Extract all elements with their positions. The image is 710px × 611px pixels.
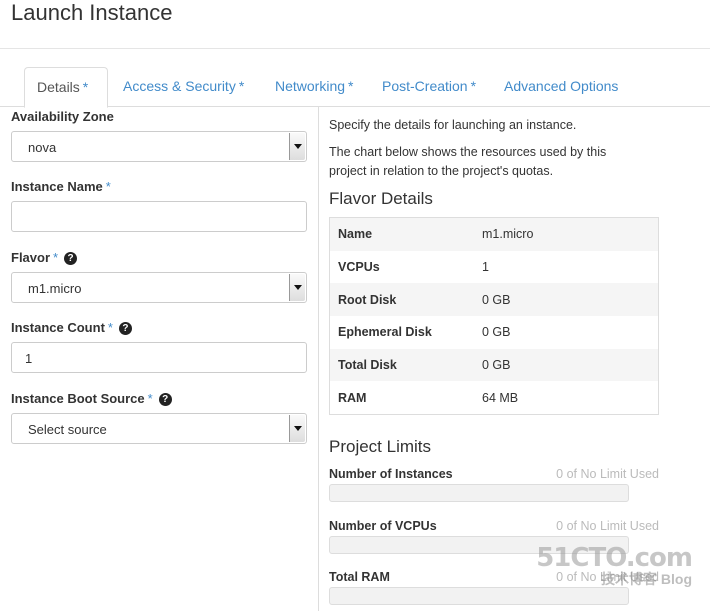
chart-note-text: The chart below shows the resources used…	[329, 145, 607, 178]
availability-zone-label: Availability Zone	[11, 109, 114, 124]
tab-details-label: Details	[37, 79, 80, 95]
column-divider	[318, 107, 319, 611]
boot-source-select[interactable]: Select source	[11, 413, 307, 444]
flavor-details-title: Flavor Details	[329, 189, 433, 208]
instance-count-label-text: Instance Count	[11, 320, 105, 335]
flavor-value: m1.micro	[28, 281, 82, 296]
limit-ram-bar	[329, 587, 629, 605]
tab-details[interactable]: Details *	[24, 67, 108, 108]
boot-source-value: Select source	[28, 422, 107, 437]
instance-name-input[interactable]	[11, 201, 307, 232]
table-row: RAM 64 MB	[330, 381, 658, 414]
row-value: 0 GB	[482, 325, 511, 340]
row-value: 1	[482, 260, 489, 275]
row-key: RAM	[338, 390, 367, 405]
row-value: m1.micro	[482, 227, 534, 242]
project-limits-title: Project Limits	[329, 437, 432, 456]
required-marker: *	[107, 320, 113, 335]
flavor-label: Flavor *?	[11, 250, 78, 265]
required-marker: *	[53, 250, 59, 265]
table-row: Total Disk 0 GB	[330, 348, 658, 382]
instance-name-label-text: Instance Name	[11, 179, 103, 194]
tab-networking[interactable]: Networking *	[263, 67, 365, 107]
availability-zone-label-text: Availability Zone	[11, 109, 114, 124]
help-icon[interactable]: ?	[64, 252, 78, 265]
limit-vcpus-used: 0 of No Limit Used	[556, 519, 659, 533]
required-marker: *	[147, 391, 153, 406]
tab-post-creation[interactable]: Post-Creation *	[370, 67, 488, 107]
required-marker: *	[348, 78, 354, 94]
limit-vcpus-label: Number of VCPUs	[329, 519, 437, 533]
tab-access-security-label: Access & Security	[123, 78, 236, 94]
tab-access-security[interactable]: Access & Security *	[111, 67, 256, 107]
row-key: Ephemeral Disk	[338, 325, 432, 340]
row-key: Root Disk	[338, 292, 397, 307]
tab-bar: Details * Access & Security * Networking * …	[0, 67, 710, 108]
row-value: 0 GB	[482, 358, 511, 373]
flavor-details-table: Name m1.micro VCPUs 1 Root Disk 0 GB Epheme…	[329, 217, 659, 416]
limit-ram-label: Total RAM	[329, 570, 390, 584]
table-row: Name m1.micro	[330, 218, 658, 251]
table-row: Ephemeral Disk 0 GB	[330, 316, 658, 349]
row-value: 0 GB	[482, 292, 511, 307]
chevron-down-icon[interactable]	[289, 415, 305, 442]
required-marker: *	[105, 179, 111, 194]
required-marker: *	[470, 78, 477, 94]
row-key: Name	[338, 227, 373, 242]
flavor-label-text: Flavor	[11, 250, 51, 265]
table-row: Root Disk 0 GB	[330, 283, 658, 317]
availability-zone-value: nova	[28, 140, 57, 155]
instance-count-label: Instance Count *?	[11, 320, 132, 335]
tab-advanced-options[interactable]: Advanced Options	[492, 67, 630, 107]
table-row: VCPUs 1	[330, 251, 658, 284]
instance-name-label: Instance Name *	[11, 179, 111, 194]
required-marker: *	[82, 79, 89, 95]
help-icon[interactable]: ?	[158, 393, 172, 406]
row-key: Total Disk	[338, 358, 397, 373]
availability-zone-select[interactable]: nova	[11, 131, 307, 162]
help-icon[interactable]: ?	[118, 322, 132, 335]
intro-text: Specify the details for launching an ins…	[329, 118, 577, 132]
chevron-down-icon[interactable]	[289, 274, 305, 301]
page-title: Launch Instance	[11, 0, 173, 25]
required-marker: *	[238, 78, 245, 94]
row-key: VCPUs	[338, 260, 380, 275]
limit-instances-bar	[329, 484, 629, 502]
tab-post-creation-label: Post-Creation	[382, 78, 468, 94]
instance-count-input[interactable]: 1	[11, 342, 307, 373]
watermark-logo: 51CTO.com 技术博客 Blog	[536, 543, 693, 589]
tab-networking-label: Networking	[275, 78, 346, 94]
row-value: 64 MB	[482, 390, 519, 405]
boot-source-label: Instance Boot Source *?	[11, 391, 172, 406]
title-divider	[0, 48, 710, 49]
instance-count-value: 1	[25, 351, 33, 366]
limit-instances-label: Number of Instances	[329, 467, 453, 481]
limit-instances-used: 0 of No Limit Used	[556, 467, 659, 481]
chevron-down-icon[interactable]	[289, 133, 305, 160]
flavor-select[interactable]: m1.micro	[11, 272, 307, 303]
tab-advanced-options-label: Advanced Options	[504, 78, 619, 94]
boot-source-label-text: Instance Boot Source	[11, 391, 145, 406]
